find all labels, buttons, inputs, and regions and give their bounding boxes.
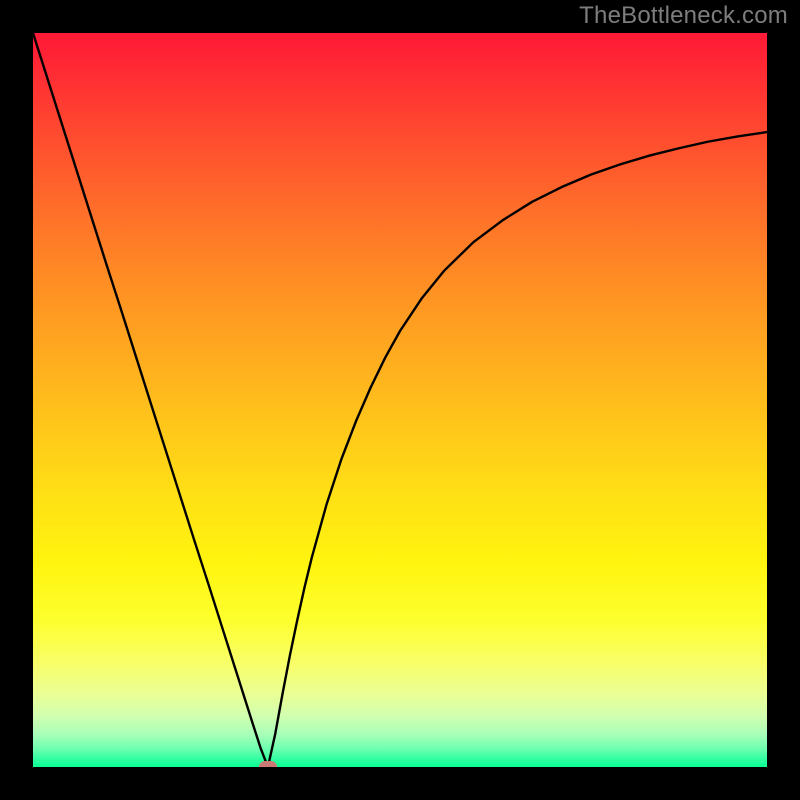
bottleneck-curve xyxy=(33,33,767,767)
watermark-text: TheBottleneck.com xyxy=(579,2,788,30)
plot-area xyxy=(33,33,767,767)
chart-frame: TheBottleneck.com xyxy=(0,0,800,800)
optimal-point-marker xyxy=(259,761,277,767)
